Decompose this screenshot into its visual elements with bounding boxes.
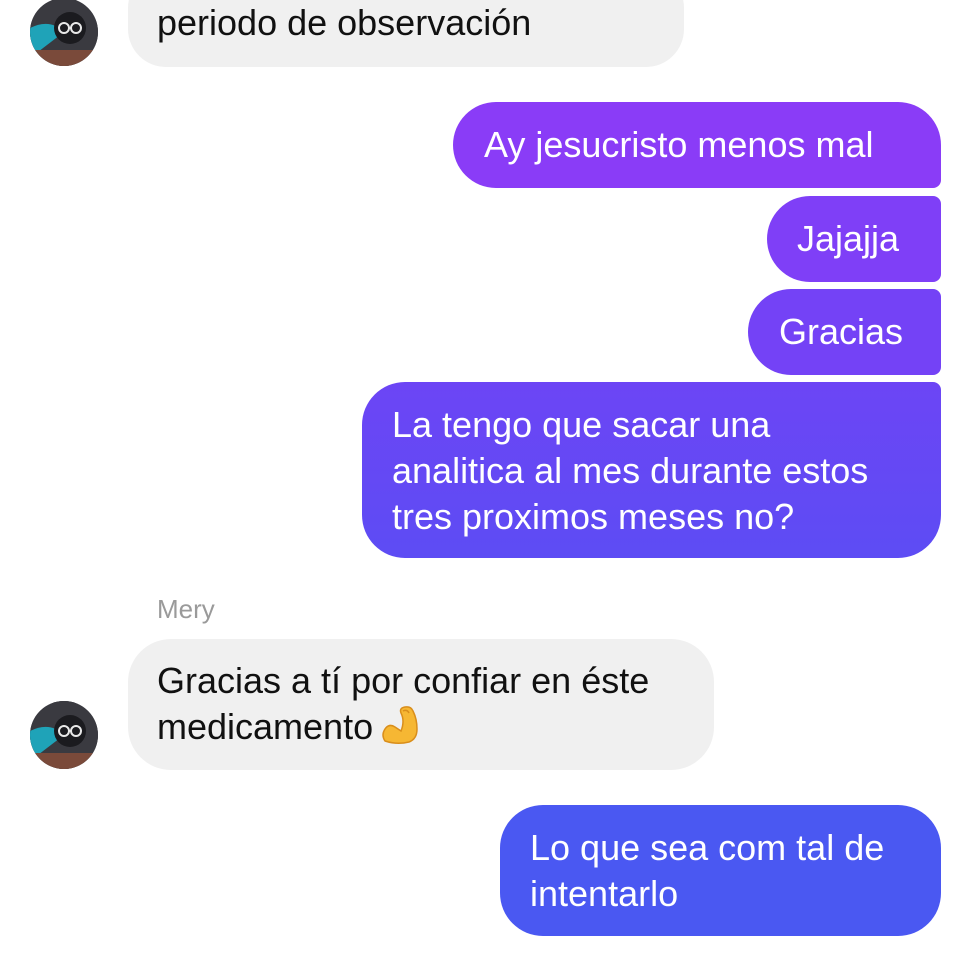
avatar-image — [30, 0, 98, 66]
message-line: Gracias a tí por confiar en éste — [157, 660, 650, 701]
message-text: periodo de observación — [157, 2, 532, 43]
message-line: analitica al mes durante estos — [392, 450, 869, 491]
message-bubble-outgoing[interactable]: Lo que sea com tal de intentarlo — [500, 805, 941, 936]
avatar-image — [30, 701, 98, 769]
message-bubble-outgoing[interactable]: La tengo que sacar una analitica al mes … — [362, 382, 941, 558]
message-text: Ay jesucristo menos mal — [484, 124, 874, 165]
flexed-biceps-icon — [379, 705, 423, 756]
message-bubble-incoming[interactable]: Gracias a tí por confiar en éste medicam… — [128, 639, 714, 770]
contact-avatar[interactable] — [30, 0, 98, 66]
sender-name: Mery — [157, 594, 215, 624]
message-line-with-emoji: medicamento — [157, 704, 714, 756]
message-line: La tengo que sacar una — [392, 404, 771, 445]
message-line: medicamento — [157, 706, 374, 747]
contact-avatar[interactable] — [30, 701, 98, 769]
message-bubble-outgoing[interactable]: Gracias — [748, 289, 941, 375]
message-line: tres proximos meses no? — [392, 496, 795, 537]
message-text: Gracias — [779, 311, 904, 352]
message-line: Lo que sea com tal de — [530, 827, 885, 868]
message-text: Jajajja — [797, 218, 900, 259]
message-bubble-outgoing[interactable]: Jajajja — [767, 196, 941, 282]
message-line: intentarlo — [530, 873, 679, 914]
message-bubble-incoming[interactable]: periodo de observación — [128, 0, 684, 67]
message-bubble-outgoing[interactable]: Ay jesucristo menos mal — [453, 102, 941, 188]
